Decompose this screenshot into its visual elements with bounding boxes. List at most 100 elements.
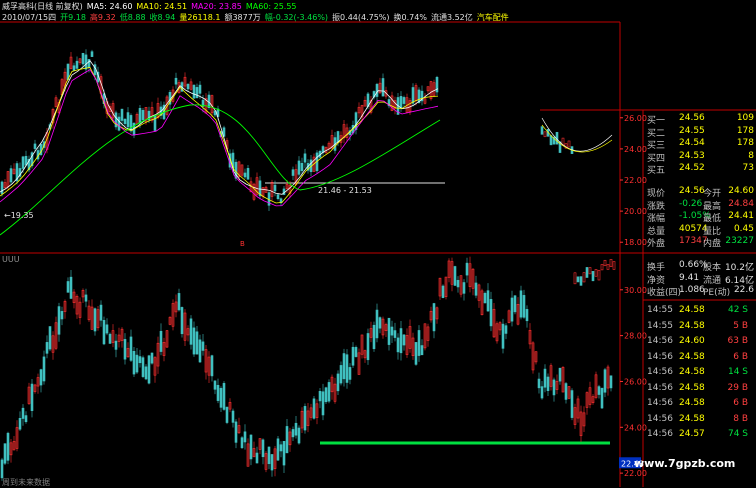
y-tick-label: 24.00 [624,423,647,432]
tick-volume: 6 B [733,398,748,408]
info-row: 净资 9.41 流通 6.14亿 [645,272,756,286]
tick-price: 24.58 [679,305,705,315]
lower-candle [570,390,574,418]
lower-candle [354,347,358,357]
tick-price: 24.57 [679,429,705,439]
bid-volume: 178 [736,138,754,148]
lower-candle [30,383,34,411]
tick-time: 14:56 [647,367,673,377]
upper-candle [117,116,121,131]
lower-candle [69,276,73,299]
upper-candle [375,83,379,97]
tick-row: 14:55 24.58 42 S [645,305,756,317]
lower-candle [216,384,220,401]
lower-candle [348,367,352,380]
bid-row: 买一 24.56 109 [645,113,756,126]
lower-candle [465,262,469,276]
info-value: 6.14亿 [724,275,754,286]
lower-candle [150,352,154,364]
tick-time: 14:56 [647,413,673,424]
upper-candle [33,143,37,149]
lower-candle [18,418,22,430]
lower-candle [351,346,355,366]
upper-candle [336,131,340,143]
lower-candle [345,354,349,383]
lower-candle [108,333,112,344]
lower-candle [231,410,235,423]
lower-candle [66,281,70,293]
upper-candle [195,87,199,99]
tick-row: 14:56 24.58 29 B [645,383,756,395]
lower-candle [213,380,217,390]
lower-candle [501,323,505,349]
mini-candle [573,272,577,285]
lower-candle [135,354,139,373]
lower-candle [327,382,331,402]
info-value: 9.41 [679,272,700,283]
lower-candle [177,293,181,311]
info-label: 收益(四) [647,288,682,298]
lower-candle [453,266,457,286]
lower-candle [114,340,118,350]
lower-candle [42,356,46,382]
lower-candle [219,388,223,408]
stat-label: 今开 [703,189,722,199]
stat-row: 涨跌 -0.26 最高 24.84 [645,198,756,212]
tick-time: 14:56 [647,429,673,439]
lower-candle [180,307,184,335]
lower-candle [147,355,151,384]
upper-candle [297,160,301,175]
mini-candle [612,261,616,270]
lower-candle [129,336,133,361]
upper-candle [246,168,250,180]
lower-candle [198,339,202,363]
lower-candle [159,330,163,352]
y-tick-label: 20.00 [624,207,647,216]
upper-candle [300,162,304,172]
lower-candle [222,383,226,410]
tick-row: 14:56 24.57 74 S [645,429,756,441]
stat-row: 涨幅 -1.05% 最低 24.41 [645,211,756,224]
bid-label: 买五 [647,166,666,176]
bid-row: 买三 24.54 178 [645,138,756,151]
tick-time: 14:55 [647,305,673,315]
lower-candle [57,306,61,335]
lower-candle [201,341,205,351]
lower-candle [132,350,136,375]
lower-candle [276,438,280,461]
stat-label: 内盘 [703,239,722,249]
stat-value: 24.84 [728,198,754,209]
mini-candle [609,259,613,267]
lower-candle [225,406,229,423]
lower-candle [552,379,556,396]
tick-price: 24.58 [679,413,705,424]
mini-candle [594,269,598,277]
lower-candle [144,366,148,380]
lower-candle [234,421,238,443]
lower-candle [540,386,544,399]
mini-candle [591,271,595,282]
stat-value: 23227 [725,236,754,246]
tick-row: 14:56 24.58 14 S [645,367,756,379]
lower-candle [375,309,379,339]
lower-candle [432,303,436,332]
stat-label: 涨跌 [647,201,666,212]
lower-candle [474,282,478,296]
lower-candle [414,342,418,365]
lower-candle [387,317,391,345]
lower-candle [420,345,424,356]
bid-price: 24.55 [679,125,705,136]
lower-candle [138,356,142,364]
tick-row: 14:56 24.58 6 B [645,352,756,364]
lower-candle [267,446,271,465]
buy-marker: B [240,240,245,248]
stat-label: 最低 [703,214,722,224]
bid-volume: 8 [748,150,754,161]
lower-candle [99,304,103,321]
upper-candle [174,77,178,85]
info-label: 换手 [647,263,666,273]
upper-candle [120,108,124,121]
lower-candle [270,454,274,471]
mini-candle [579,276,583,286]
upper-candle [21,156,25,169]
